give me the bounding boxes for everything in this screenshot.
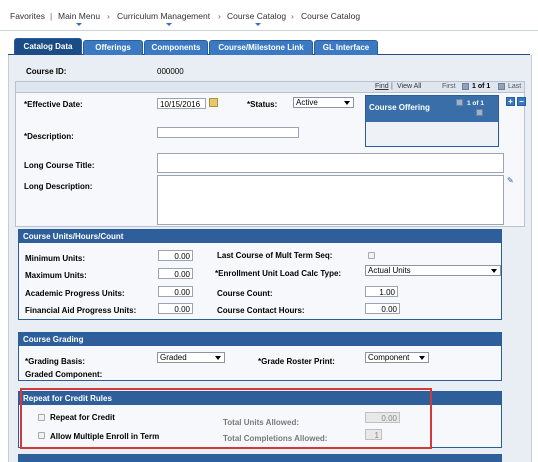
last-label[interactable]: Last bbox=[508, 83, 521, 90]
add-row-icon[interactable]: + bbox=[506, 97, 515, 106]
grading-basis-label: *Grading Basis: bbox=[25, 357, 86, 366]
last-course-label: Last Course of Mult Term Seq: bbox=[217, 251, 333, 260]
course-grading-header: Course Grading bbox=[19, 333, 501, 346]
previous-offering-icon[interactable] bbox=[456, 99, 463, 106]
breadcrumb: Favorites | Main Menu › Curriculum Manag… bbox=[0, 0, 538, 31]
spellcheck-icon[interactable]: ✎ bbox=[507, 176, 517, 185]
chevron-down-icon bbox=[76, 23, 82, 26]
max-units-input[interactable]: 0.00 bbox=[158, 268, 193, 279]
description-input[interactable] bbox=[157, 127, 299, 138]
tab-bar: Catalog Data Offerings Components Course… bbox=[8, 38, 530, 56]
tab-gl-interface[interactable]: GL Interface bbox=[314, 40, 378, 55]
effective-date-input[interactable]: 10/15/2016 bbox=[157, 98, 206, 109]
min-units-input[interactable]: 0.00 bbox=[158, 250, 193, 261]
description-label: *Description: bbox=[24, 132, 74, 141]
total-units-allowed-input[interactable]: 0.00 bbox=[365, 412, 400, 423]
find-link[interactable]: Find bbox=[375, 83, 389, 90]
tab-components[interactable]: Components bbox=[144, 40, 208, 55]
first-label[interactable]: First bbox=[442, 83, 456, 90]
course-offering-box: Course Offering 1 of 1 bbox=[365, 95, 499, 147]
chevron-down-icon bbox=[344, 101, 350, 105]
grade-roster-print-label: *Grade Roster Print: bbox=[258, 357, 335, 366]
multiple-enroll-label: Allow Multiple Enroll in Term bbox=[50, 432, 160, 441]
crumb-separator: › bbox=[107, 11, 110, 21]
next-offering-icon[interactable] bbox=[476, 109, 483, 116]
multiple-enroll-checkbox[interactable] bbox=[38, 432, 45, 439]
grade-roster-print-value: Component bbox=[368, 353, 410, 362]
course-count-input[interactable]: 1.00 bbox=[365, 286, 398, 297]
repeat-for-credit-header: Repeat for Credit Rules bbox=[19, 392, 501, 405]
status-label: *Status: bbox=[247, 100, 278, 109]
crumb-curriculum-management[interactable]: Curriculum Management bbox=[117, 11, 210, 21]
crumb-main-menu[interactable]: Main Menu bbox=[58, 11, 100, 21]
long-description-label: Long Description: bbox=[24, 182, 93, 191]
crumb-course-catalog-current: Course Catalog bbox=[301, 11, 361, 21]
financial-aid-units-input[interactable]: 0.00 bbox=[158, 303, 193, 314]
grading-basis-value: Graded bbox=[160, 353, 187, 362]
enroll-calc-type-label: *Enrollment Unit Load Calc Type: bbox=[215, 269, 342, 278]
academic-progress-units-input[interactable]: 0.00 bbox=[158, 286, 193, 297]
crumb-favorites[interactable]: Favorites bbox=[10, 11, 45, 21]
delete-row-icon[interactable]: − bbox=[517, 97, 526, 106]
enroll-calc-type-value: Actual Units bbox=[368, 266, 411, 275]
course-units-section: Course Units/Hours/Count Minimum Units: … bbox=[18, 229, 502, 320]
chevron-down-icon bbox=[215, 356, 221, 360]
total-units-allowed-label: Total Units Allowed: bbox=[223, 418, 299, 427]
academic-progress-units-label: Academic Progress Units: bbox=[25, 289, 125, 298]
crumb-course-catalog[interactable]: Course Catalog bbox=[227, 11, 286, 21]
min-units-label: Minimum Units: bbox=[25, 254, 85, 263]
course-offering-header: Course Offering 1 of 1 bbox=[366, 96, 498, 122]
long-description-textarea[interactable] bbox=[157, 175, 504, 225]
nav-divider: | bbox=[391, 83, 393, 90]
graded-component-label: Graded Component: bbox=[25, 370, 103, 379]
course-id-value: 000000 bbox=[157, 67, 184, 76]
previous-row-icon[interactable] bbox=[462, 83, 469, 90]
course-grading-section: Course Grading *Grading Basis: Graded *G… bbox=[18, 332, 502, 381]
contact-hours-label: Course Contact Hours: bbox=[217, 306, 305, 315]
repeat-for-credit-checkbox[interactable] bbox=[38, 414, 45, 421]
next-row-icon[interactable] bbox=[498, 83, 505, 90]
long-title-label: Long Course Title: bbox=[24, 161, 95, 170]
crumb-separator: | bbox=[50, 11, 53, 21]
tab-catalog-data[interactable]: Catalog Data bbox=[14, 38, 82, 55]
total-completions-allowed-input[interactable]: 1 bbox=[365, 429, 382, 440]
effective-date-label: *Effective Date: bbox=[24, 100, 83, 109]
next-section-header bbox=[18, 454, 502, 462]
chevron-down-icon bbox=[491, 269, 497, 273]
course-count-label: Course Count: bbox=[217, 289, 273, 298]
grade-roster-print-select[interactable]: Component bbox=[365, 352, 429, 363]
status-select[interactable]: Active bbox=[293, 97, 354, 108]
last-course-checkbox[interactable] bbox=[368, 252, 375, 259]
course-id-label: Course ID: bbox=[26, 67, 67, 76]
panel-nav-bar: Find | View All First 1 of 1 Last bbox=[16, 82, 524, 93]
view-all-link[interactable]: View All bbox=[397, 83, 421, 90]
contact-hours-input[interactable]: 0.00 bbox=[365, 303, 400, 314]
max-units-label: Maximum Units: bbox=[25, 271, 87, 280]
grading-basis-select[interactable]: Graded bbox=[157, 352, 225, 363]
chevron-down-icon bbox=[166, 23, 172, 26]
course-units-header: Course Units/Hours/Count bbox=[19, 230, 501, 243]
status-value: Active bbox=[296, 98, 318, 107]
chevron-down-icon bbox=[419, 356, 425, 360]
total-completions-allowed-label: Total Completions Allowed: bbox=[223, 434, 328, 443]
chevron-down-icon bbox=[255, 23, 261, 26]
course-offering-title: Course Offering bbox=[369, 103, 430, 112]
enroll-calc-type-select[interactable]: Actual Units bbox=[365, 265, 501, 276]
calendar-icon[interactable] bbox=[209, 98, 218, 107]
repeat-for-credit-label: Repeat for Credit bbox=[50, 413, 115, 422]
financial-aid-units-label: Financial Aid Progress Units: bbox=[25, 306, 137, 315]
page-info: 1 of 1 bbox=[472, 83, 491, 90]
repeat-for-credit-section: Repeat for Credit Rules Repeat for Credi… bbox=[18, 391, 502, 448]
crumb-separator: › bbox=[218, 11, 221, 21]
tab-course-milestone-link[interactable]: Course/Milestone Link bbox=[209, 40, 313, 55]
tab-offerings[interactable]: Offerings bbox=[83, 40, 143, 55]
effective-date-panel: Find | View All First 1 of 1 Last *Effec… bbox=[15, 81, 526, 227]
long-title-textarea[interactable] bbox=[157, 153, 504, 173]
offering-page-info: 1 of 1 bbox=[467, 100, 484, 107]
crumb-separator: › bbox=[291, 11, 294, 21]
main-content: Course ID: 000000 Find | View All First … bbox=[8, 55, 532, 462]
